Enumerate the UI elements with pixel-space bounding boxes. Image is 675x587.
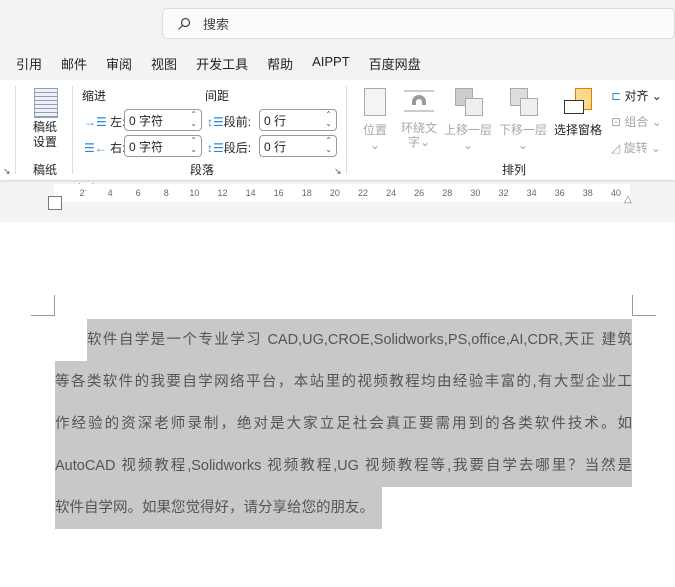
ruler-tick-label: 22: [357, 188, 369, 198]
ruler-tick-label: 28: [442, 188, 453, 198]
ruler-tick-label: 34: [526, 188, 537, 198]
ruler-tick-label: 32: [498, 188, 509, 198]
tab-references[interactable]: 引用: [16, 54, 42, 73]
paragraph-dialog-launcher-icon[interactable]: ↘: [334, 166, 342, 177]
ruler-tick-label: 36: [554, 188, 565, 198]
wrap-text-icon: [404, 90, 434, 112]
manuscript-settings-button[interactable]: 稿纸 设置: [33, 120, 57, 150]
group-label-paragraph: 段落: [190, 163, 215, 177]
search-icon: [178, 17, 191, 30]
group-label-manuscript: 稿纸: [33, 163, 58, 177]
align-icon: ⊏: [611, 89, 625, 103]
ruler-tick-label: 4: [107, 188, 113, 198]
horizontal-ruler[interactable]: 2 4 6 8 10 12 14 16 18 20 22 24 26 28 30 32 34 36 38 40: [54, 184, 630, 202]
search-box[interactable]: 搜索: [162, 8, 675, 39]
paragraph-line: 软件自学是一个专业学习 CAD,UG,CROE,Solidworks,PS,of…: [55, 319, 632, 361]
left-indent-marker[interactable]: [48, 196, 62, 210]
selection-pane-icon-box: [564, 100, 584, 114]
spacing-before-label: 段前:: [223, 115, 252, 129]
ruler-tick-label: 10: [189, 188, 200, 198]
spacing-before-input[interactable]: 0 行 ⌃ ⌄: [259, 109, 337, 131]
paragraph-line: 软件自学网。如果您觉得好，请分享给您的朋友。: [55, 487, 382, 529]
indent-left-input[interactable]: 0 字符 ⌃ ⌄: [124, 109, 202, 131]
ruler-tick-label: 8: [163, 188, 169, 198]
indent-right-icon: ☰←: [84, 141, 107, 155]
ruler-tick-label: 18: [301, 188, 312, 198]
tab-aippt[interactable]: AIPPT: [312, 54, 350, 73]
ruler-tick-label: 24: [386, 188, 397, 198]
ruler-tick-label: 2: [79, 188, 85, 198]
spacing-after-input[interactable]: 0 行 ⌃ ⌄: [259, 135, 337, 157]
spacing-label: 间距: [205, 89, 230, 103]
indent-gap: [55, 319, 87, 361]
ribbon-tabs: 引用 邮件 审阅 视图 开发工具 帮助 AIPPT 百度网盘: [16, 54, 440, 73]
indent-label: 缩进: [82, 89, 107, 103]
ruler-tick-label: 40: [610, 188, 621, 198]
send-backward-button[interactable]: 下移一层 ⌄: [499, 121, 547, 152]
page-corner-mark: [632, 295, 656, 316]
rotate-button[interactable]: ◿ 旋转 ⌄: [611, 139, 661, 156]
align-button[interactable]: ⊏ 对齐 ⌄: [611, 87, 662, 104]
group-button[interactable]: ⊡ 组合 ⌄: [611, 113, 662, 130]
tab-help[interactable]: 帮助: [267, 54, 293, 73]
send-backward-icon-front: [520, 98, 538, 116]
selection-pane-button[interactable]: 选择窗格: [554, 121, 602, 138]
indent-right-input[interactable]: 0 字符 ⌃ ⌄: [124, 135, 202, 157]
tab-developer[interactable]: 开发工具: [196, 54, 248, 73]
ruler-tick-label: 14: [245, 188, 256, 198]
document-body[interactable]: 软件自学是一个专业学习 CAD,UG,CROE,Solidworks,PS,of…: [55, 319, 632, 529]
ruler-tick-label: 30: [470, 188, 481, 198]
position-icon: [364, 88, 386, 116]
spacing-before-icon: ↕☰: [207, 115, 224, 129]
tab-baidu-netdisk[interactable]: 百度网盘: [369, 54, 421, 73]
manuscript-icon: [34, 88, 58, 118]
ruler-tick-label: 12: [217, 188, 228, 198]
spacing-after-icon: ↕☰: [207, 141, 224, 155]
group-icon: ⊡: [611, 115, 625, 129]
bring-forward-icon-front: [465, 98, 483, 116]
spacing-after-label: 段后:: [223, 141, 252, 155]
paragraph-line: 等各类软件的我要自学网络平台，本站里的视频教程均由经验丰富的,有大型企业工: [55, 361, 632, 403]
ruler-tick-label: 6: [135, 188, 141, 198]
paragraph-line: AutoCAD 视频教程,Solidworks 视频教程,UG 视频教程等,我要…: [55, 445, 632, 487]
indent-left-icon: →☰: [84, 115, 107, 129]
search-placeholder: 搜索: [203, 17, 230, 32]
dialog-launcher-icon[interactable]: ↘: [3, 166, 11, 177]
rotate-icon: ◿: [611, 141, 624, 155]
group-label-arrange: 排列: [502, 163, 527, 177]
bring-forward-button[interactable]: 上移一层 ⌄: [444, 121, 492, 152]
position-button[interactable]: 位置 ⌄: [363, 121, 387, 152]
paragraph-line: 作经验的资深老师录制，绝对是大家立足社会真正要需用到的各类软件技术。如: [55, 403, 632, 445]
ruler-tick-label: 16: [273, 188, 284, 198]
right-indent-marker[interactable]: △: [624, 194, 632, 205]
ribbon: 稿纸 设置 稿纸 ↘ 缩进 间距 →☰ 左: 0 字符 ⌃ ⌄ ☰← 右: 0 字符 ⌃…: [0, 80, 675, 180]
page-corner-mark: [31, 295, 55, 316]
ruler-tick-label: 26: [414, 188, 425, 198]
ruler-tick-label: 38: [582, 188, 593, 198]
ruler-tick-label: 20: [329, 188, 340, 198]
tab-review[interactable]: 审阅: [106, 54, 132, 73]
tab-view[interactable]: 视图: [151, 54, 177, 73]
tab-mailings[interactable]: 邮件: [61, 54, 87, 73]
wrap-text-button[interactable]: 环绕文 字⌄: [401, 121, 437, 149]
